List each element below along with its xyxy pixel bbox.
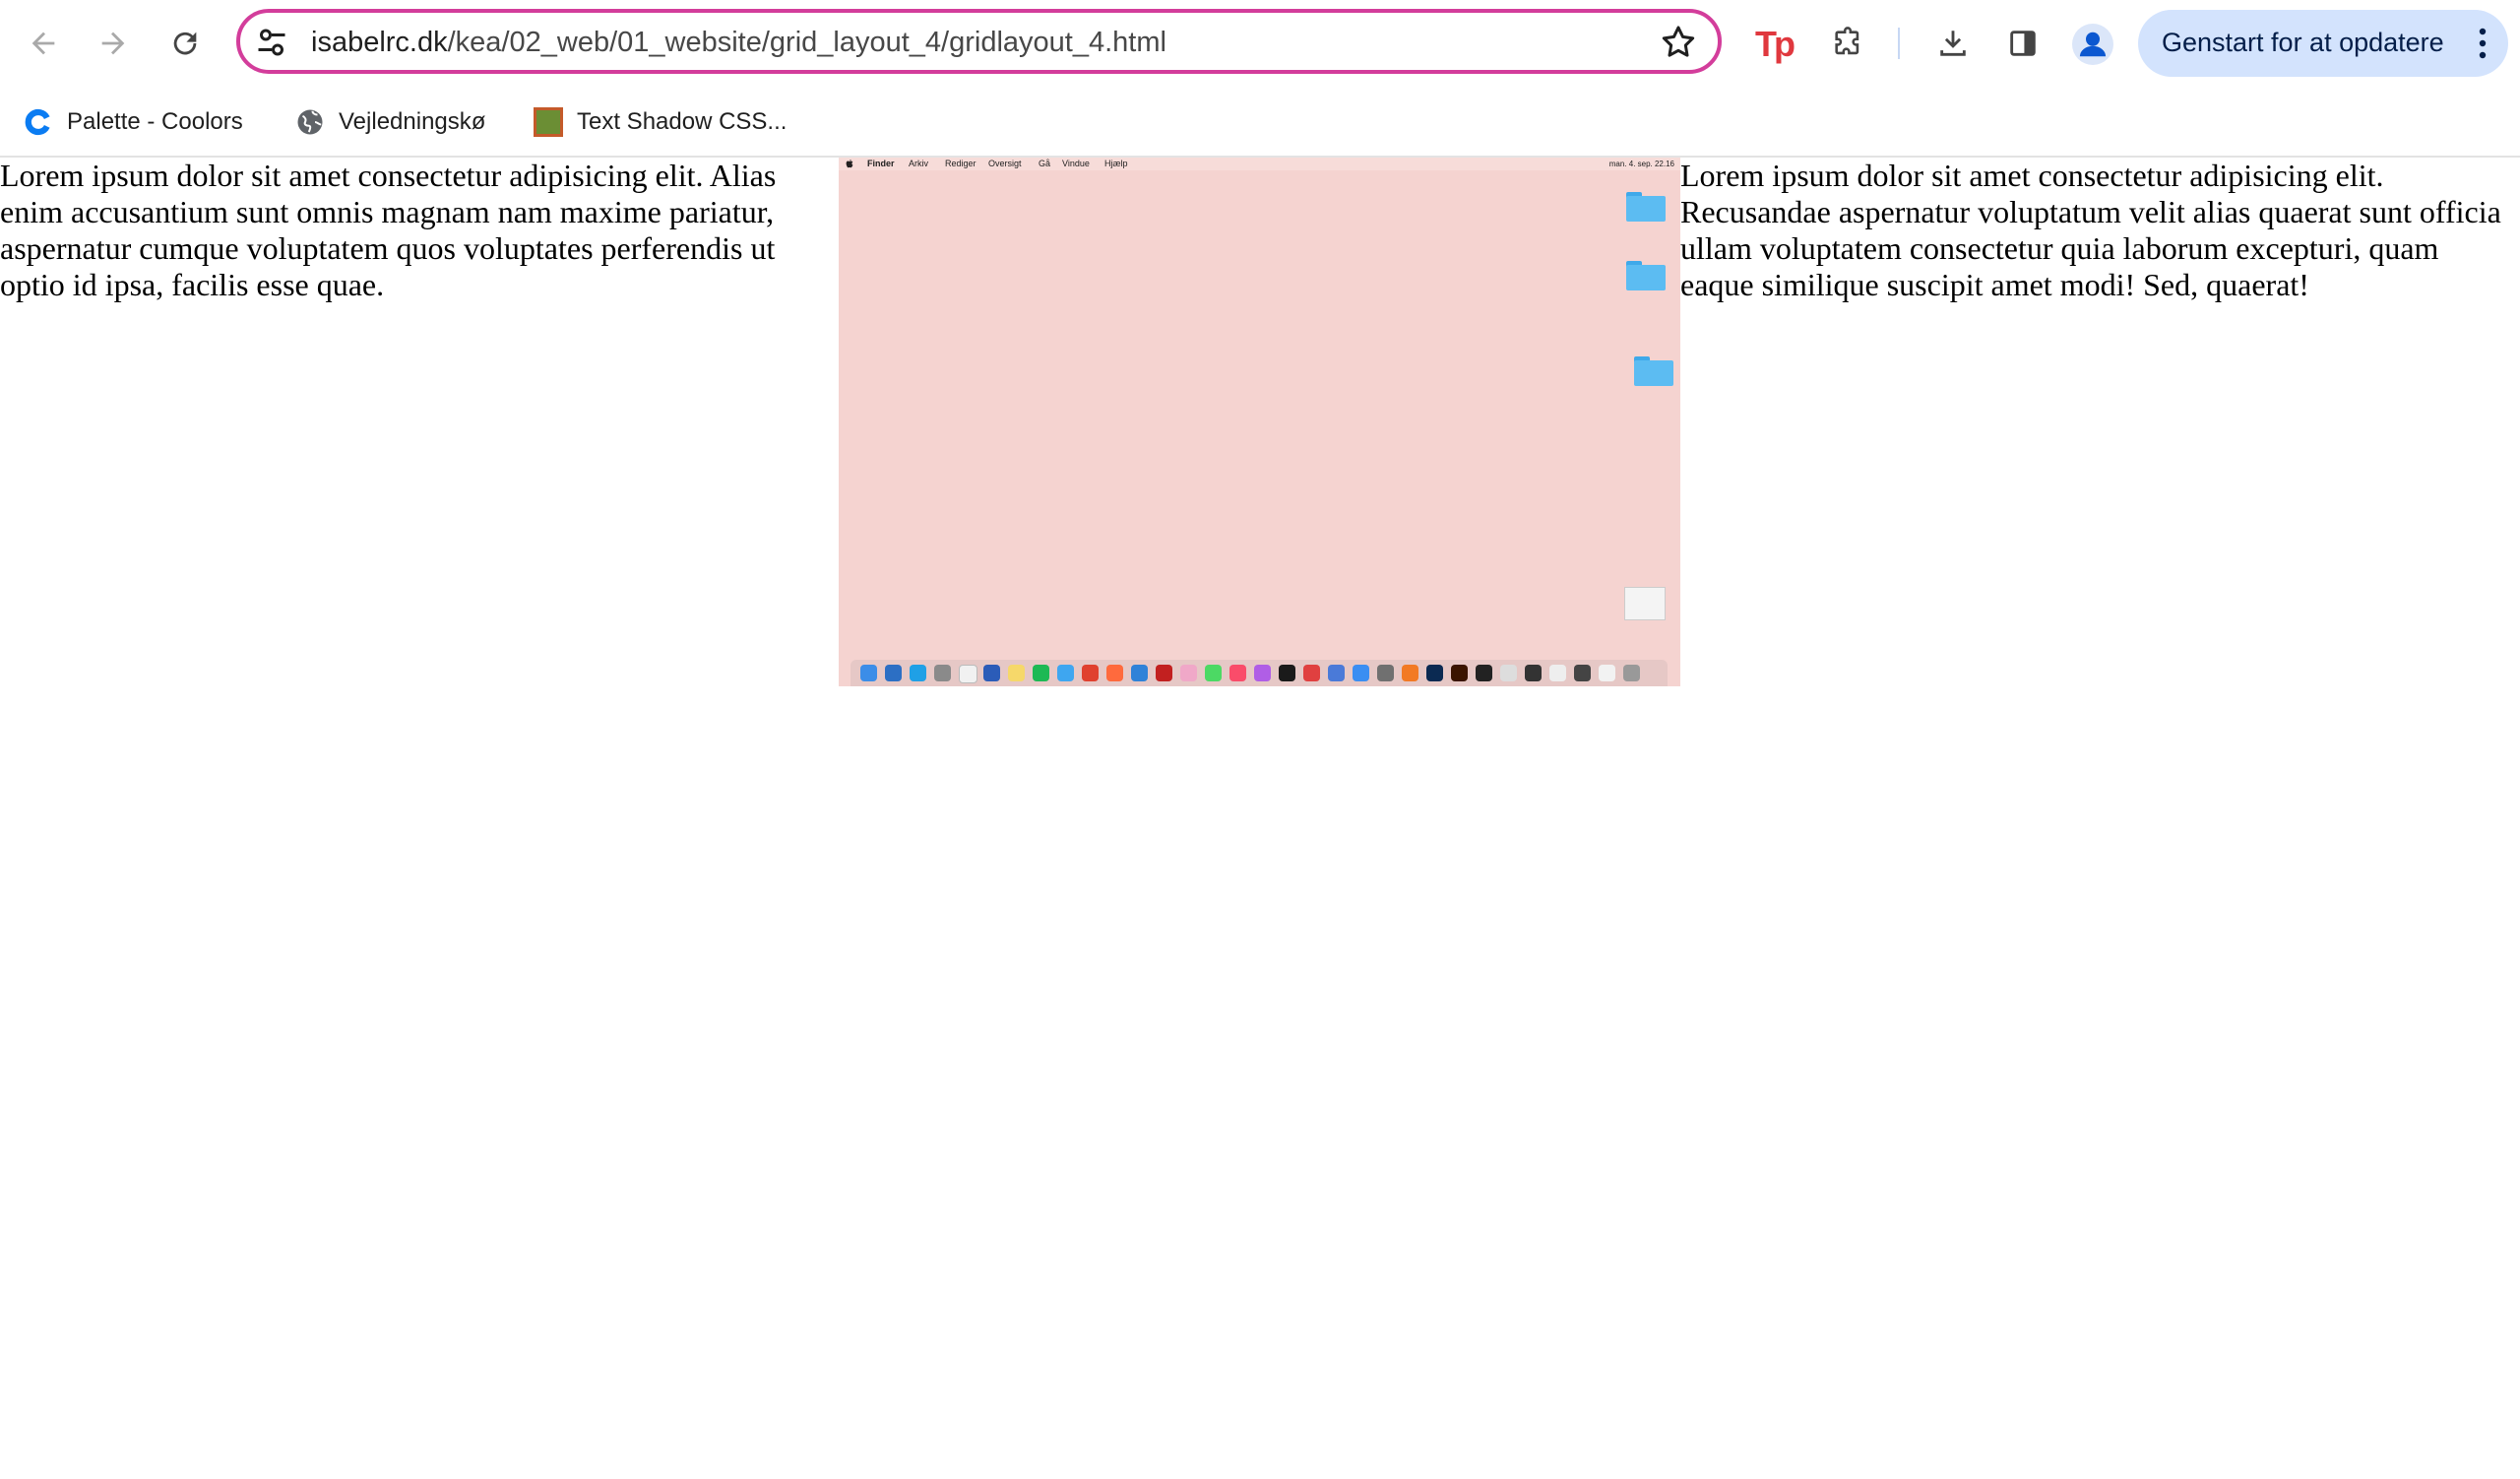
left-column-text: Lorem ipsum dolor sit amet consectetur a…: [0, 158, 777, 302]
bookmark-label: Palette - Coolors: [67, 108, 243, 135]
side-panel-icon[interactable]: [2001, 22, 2045, 65]
extensions-icon[interactable]: [1826, 22, 1869, 65]
bookmark-text-shadow[interactable]: Text Shadow CSS...: [534, 104, 787, 140]
url-text[interactable]: isabelrc.dk/kea/02_web/01_website/grid_l…: [311, 25, 1166, 60]
mac-menu-ga: Gå: [1039, 159, 1051, 168]
bookmark-vejledningsko[interactable]: Vejledningskø: [295, 104, 485, 140]
mac-menu-finder: Finder: [867, 159, 895, 168]
coolors-icon: [25, 108, 50, 136]
site-settings-icon[interactable]: [254, 25, 289, 60]
mac-status-clock: man. 4. sep. 22.16: [1608, 160, 1674, 168]
mac-menu-hjaelp: Hjælp: [1104, 159, 1128, 168]
toolbar-divider: [1898, 28, 1900, 59]
star-icon[interactable]: [1659, 23, 1698, 62]
update-button-label: Genstart for at opdatere: [2162, 28, 2444, 57]
bookmarks-bar: Palette - Coolors Vejledningskø Text Sha…: [0, 87, 2520, 158]
mac-menu-oversigt: Oversigt: [988, 159, 1022, 168]
text-shadow-site-icon: [534, 107, 563, 137]
mac-menu-arkiv: Arkiv: [909, 159, 928, 168]
desktop-folder-icon: [1626, 261, 1666, 290]
download-icon[interactable]: [1931, 22, 1975, 65]
update-button[interactable]: Genstart for at opdatere: [2138, 10, 2508, 77]
url-path: /kea/02_web/01_website/grid_layout_4/gri…: [447, 27, 1166, 58]
tp-extension-icon[interactable]: Tp: [1755, 24, 1796, 65]
bookmark-coolors[interactable]: Palette - Coolors: [24, 104, 243, 140]
mac-menubar: Finder Arkiv Rediger Oversigt Gå Vindue …: [839, 158, 1680, 170]
desktop-screenshot-image: Finder Arkiv Rediger Oversigt Gå Vindue …: [839, 158, 1680, 686]
page-content: Lorem ipsum dolor sit amet consectetur a…: [0, 158, 2520, 1479]
mac-menu-rediger: Rediger: [945, 159, 976, 168]
more-icon[interactable]: [2479, 28, 2487, 59]
bookmark-label: Text Shadow CSS...: [577, 108, 788, 135]
desktop-folder-icon: [1634, 356, 1673, 386]
forward-icon[interactable]: [92, 22, 135, 65]
apple-icon: [846, 160, 853, 168]
mac-dock: [850, 660, 1668, 686]
profile-icon[interactable]: [2072, 24, 2113, 65]
back-icon[interactable]: [22, 22, 65, 65]
globe-icon: [297, 109, 323, 135]
bookmark-label: Vejledningskø: [339, 108, 486, 135]
address-bar[interactable]: isabelrc.dk/kea/02_web/01_website/grid_l…: [236, 9, 1722, 74]
browser-toolbar: isabelrc.dk/kea/02_web/01_website/grid_l…: [0, 0, 2520, 87]
right-column-text: Lorem ipsum dolor sit amet consectetur a…: [1680, 158, 2501, 302]
reload-icon[interactable]: [163, 22, 207, 65]
desktop-file-icon: [1624, 587, 1666, 620]
mac-menu-vindue: Vindue: [1062, 159, 1090, 168]
desktop-folder-icon: [1626, 192, 1666, 222]
url-host: isabelrc.dk: [311, 27, 448, 58]
